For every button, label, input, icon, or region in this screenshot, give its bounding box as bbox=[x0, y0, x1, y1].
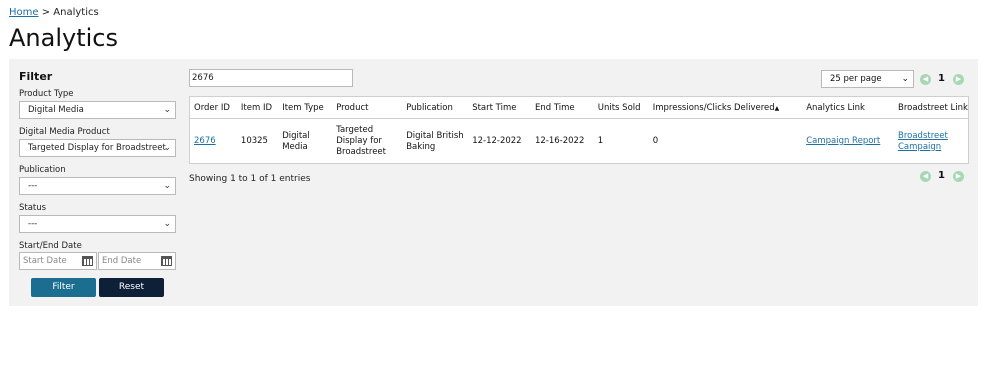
chevron-right-icon[interactable]: ▶ bbox=[953, 171, 964, 182]
broadstreet-campaign-link[interactable]: Broadstreet Campaign bbox=[898, 131, 948, 152]
reset-button[interactable]: Reset bbox=[99, 278, 164, 297]
filter-button[interactable]: Filter bbox=[31, 278, 96, 297]
start-time-cell: 12-12-2022 bbox=[472, 136, 522, 146]
calendar-icon[interactable] bbox=[161, 256, 172, 266]
digital-media-product-select[interactable]: Targeted Display for Broadstreet ⌄ bbox=[19, 139, 176, 157]
status-value: --- bbox=[28, 219, 38, 229]
pagination-current-page[interactable]: 1 bbox=[938, 73, 945, 84]
chevron-down-icon: ⌄ bbox=[901, 74, 909, 84]
campaign-report-link[interactable]: Campaign Report bbox=[806, 136, 880, 146]
breadcrumb: Home > Analytics bbox=[9, 7, 99, 18]
start-date-input[interactable]: Start Date bbox=[19, 252, 97, 270]
publication-select[interactable]: --- ⌄ bbox=[19, 177, 176, 195]
publication-value: --- bbox=[28, 181, 38, 191]
end-date-placeholder: End Date bbox=[102, 256, 142, 266]
end-time-cell: 12-16-2022 bbox=[534, 136, 585, 146]
pagination-current-page[interactable]: 1 bbox=[938, 170, 945, 181]
chevron-down-icon: ⌄ bbox=[163, 143, 171, 153]
column-header-order-id[interactable]: Order ID bbox=[190, 97, 237, 119]
product-type-value: Digital Media bbox=[28, 105, 84, 115]
page-title: Analytics bbox=[9, 24, 118, 52]
item-type-cell: Digital Media bbox=[282, 130, 310, 152]
filter-title: Filter bbox=[19, 70, 53, 83]
chevron-right-icon[interactable]: ▶ bbox=[953, 74, 964, 85]
impressions-header-label: Impressions/Clicks Delivered bbox=[652, 102, 775, 113]
start-date-placeholder: Start Date bbox=[23, 256, 67, 266]
column-header-broadstreet-link[interactable]: Broadstreet Link bbox=[894, 97, 968, 119]
status-label: Status bbox=[19, 203, 47, 213]
column-header-publication[interactable]: Publication bbox=[402, 97, 469, 119]
search-input[interactable]: 2676 bbox=[189, 69, 353, 87]
column-header-product[interactable]: Product bbox=[332, 97, 403, 119]
end-date-input[interactable]: End Date bbox=[98, 252, 176, 270]
units-sold-cell: 1 bbox=[597, 136, 604, 146]
product-type-label: Product Type bbox=[19, 89, 74, 99]
publication-cell: Digital British Baking bbox=[406, 130, 464, 152]
calendar-icon[interactable] bbox=[82, 256, 93, 266]
chevron-down-icon: ⌄ bbox=[163, 105, 171, 115]
entries-info: Showing 1 to 1 of 1 entries bbox=[189, 174, 311, 184]
status-select[interactable]: --- ⌄ bbox=[19, 215, 176, 233]
table-header-row: Order ID Item ID Item Type Product Publi… bbox=[190, 97, 968, 119]
column-header-units-sold[interactable]: Units Sold bbox=[593, 97, 649, 119]
column-header-impressions[interactable]: Impressions/Clicks Delivered▲ bbox=[648, 97, 803, 119]
chevron-down-icon: ⌄ bbox=[163, 181, 171, 191]
column-header-analytics-link[interactable]: Analytics Link bbox=[802, 97, 894, 119]
breadcrumb-separator: > bbox=[41, 7, 51, 18]
item-id-cell: 10325 bbox=[240, 136, 268, 146]
column-header-start-time[interactable]: Start Time bbox=[468, 97, 531, 119]
breadcrumb-home-link[interactable]: Home bbox=[9, 7, 39, 18]
digital-media-product-label: Digital Media Product bbox=[19, 127, 110, 137]
chevron-left-icon[interactable]: ◀ bbox=[920, 171, 931, 182]
date-range-label: Start/End Date bbox=[19, 241, 82, 251]
results-table: Order ID Item ID Item Type Product Publi… bbox=[189, 96, 969, 164]
publication-label: Publication bbox=[19, 165, 66, 175]
order-id-link[interactable]: 2676 bbox=[194, 136, 216, 146]
table-row: 2676 10325 Digital Media Targeted Displa… bbox=[190, 119, 968, 165]
column-header-item-type[interactable]: Item Type bbox=[278, 97, 333, 119]
product-cell: Targeted Display for Broadstreet bbox=[336, 125, 386, 157]
impressions-cell: 0 bbox=[652, 136, 659, 146]
product-type-select[interactable]: Digital Media ⌄ bbox=[19, 101, 176, 119]
digital-media-product-value: Targeted Display for Broadstreet bbox=[28, 143, 166, 153]
column-header-item-id[interactable]: Item ID bbox=[236, 97, 279, 119]
per-page-value: 25 per page bbox=[830, 74, 882, 84]
breadcrumb-current: Analytics bbox=[53, 7, 99, 18]
per-page-select[interactable]: 25 per page ⌄ bbox=[821, 70, 914, 88]
column-header-end-time[interactable]: End Time bbox=[530, 97, 594, 119]
chevron-left-icon[interactable]: ◀ bbox=[920, 74, 931, 85]
content-panel: Filter Product Type Digital Media ⌄ Digi… bbox=[9, 59, 978, 306]
sort-asc-icon: ▲ bbox=[774, 104, 780, 112]
chevron-down-icon: ⌄ bbox=[163, 219, 171, 229]
